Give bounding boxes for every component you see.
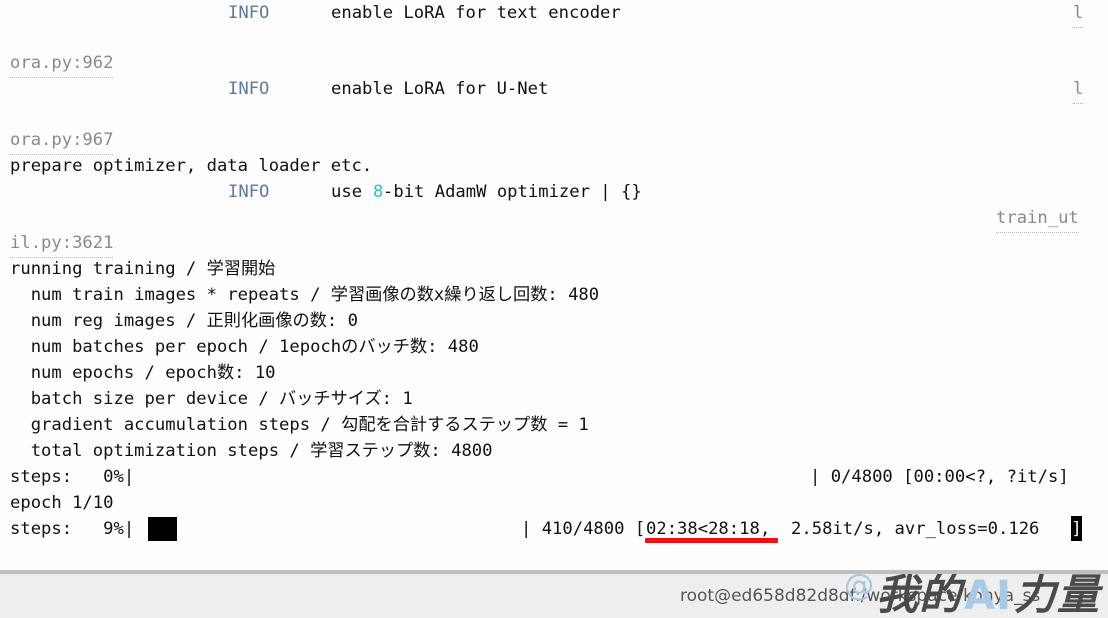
param-num-train-images: num train images * repeats / 学習画像の数x繰り返し… (10, 285, 600, 305)
log-message: prepare optimizer, data loader etc. (10, 156, 373, 176)
progress-bar-current-count: | 410/4800 [ (521, 519, 646, 539)
epoch-indicator: epoch 1/10 (10, 493, 114, 513)
progress-bar-initial-left: steps: 0%| (10, 467, 135, 487)
training-start-message: running training / 学習開始 (10, 259, 276, 279)
log-message: enable LoRA for text encoder (331, 3, 621, 23)
optimizer-bit-value: 8 (373, 182, 384, 202)
progress-bar-fill (148, 517, 177, 541)
progress-bar-initial-stats: | 0/4800 [00:00<?, ?it/s] (810, 467, 1069, 487)
param-num-reg-images: num reg images / 正則化画像の数: 0 (10, 311, 358, 331)
param-num-batches-per-epoch: num batches per epoch / 1epochのバッチ数: 480 (10, 337, 479, 357)
log-source-path-wrapped[interactable]: l (1073, 0, 1084, 28)
terminal-cursor[interactable]: ] (1071, 516, 1082, 541)
param-gradient-accumulation-steps: gradient accumulation steps / 勾配を合計するステッ… (10, 415, 589, 435)
shell-prompt-label: root@ed658d82d8df:/workspace/kohya_ss (680, 586, 1041, 606)
param-total-optimization-steps: total optimization steps / 学習ステップ数: 4800 (10, 441, 493, 461)
log-message-suffix: -bit AdamW optimizer | {} (383, 182, 642, 202)
log-source-path[interactable]: ora.py:967 (10, 127, 114, 155)
param-batch-size-per-device: batch size per device / バッチサイズ: 1 (10, 389, 413, 409)
log-message: enable LoRA for U-Net (331, 79, 549, 99)
log-message-prefix: use (331, 182, 373, 202)
terminal-output[interactable]: INFO enable LoRA for text encoder l ora.… (0, 0, 1108, 570)
log-source-path-wrapped[interactable]: l (1073, 76, 1084, 104)
log-source-path-wrapped[interactable]: train_ut (996, 205, 1079, 233)
progress-bar-current-left: steps: 9%| (10, 519, 135, 539)
status-bar: root@ed658d82d8df:/workspace/kohya_ss @我… (0, 570, 1108, 618)
log-source-path[interactable]: ora.py:962 (10, 50, 114, 78)
param-num-epochs: num epochs / epoch数: 10 (10, 363, 276, 383)
log-level-info: INFO (228, 3, 270, 23)
red-underline-annotation (645, 538, 778, 543)
log-level-info: INFO (228, 79, 270, 99)
log-level-info: INFO (228, 182, 270, 202)
log-source-path[interactable]: il.py:3621 (10, 230, 114, 258)
progress-bar-rate-and-loss: , 2.58it/s, avr_loss=0.126 (760, 519, 1040, 539)
